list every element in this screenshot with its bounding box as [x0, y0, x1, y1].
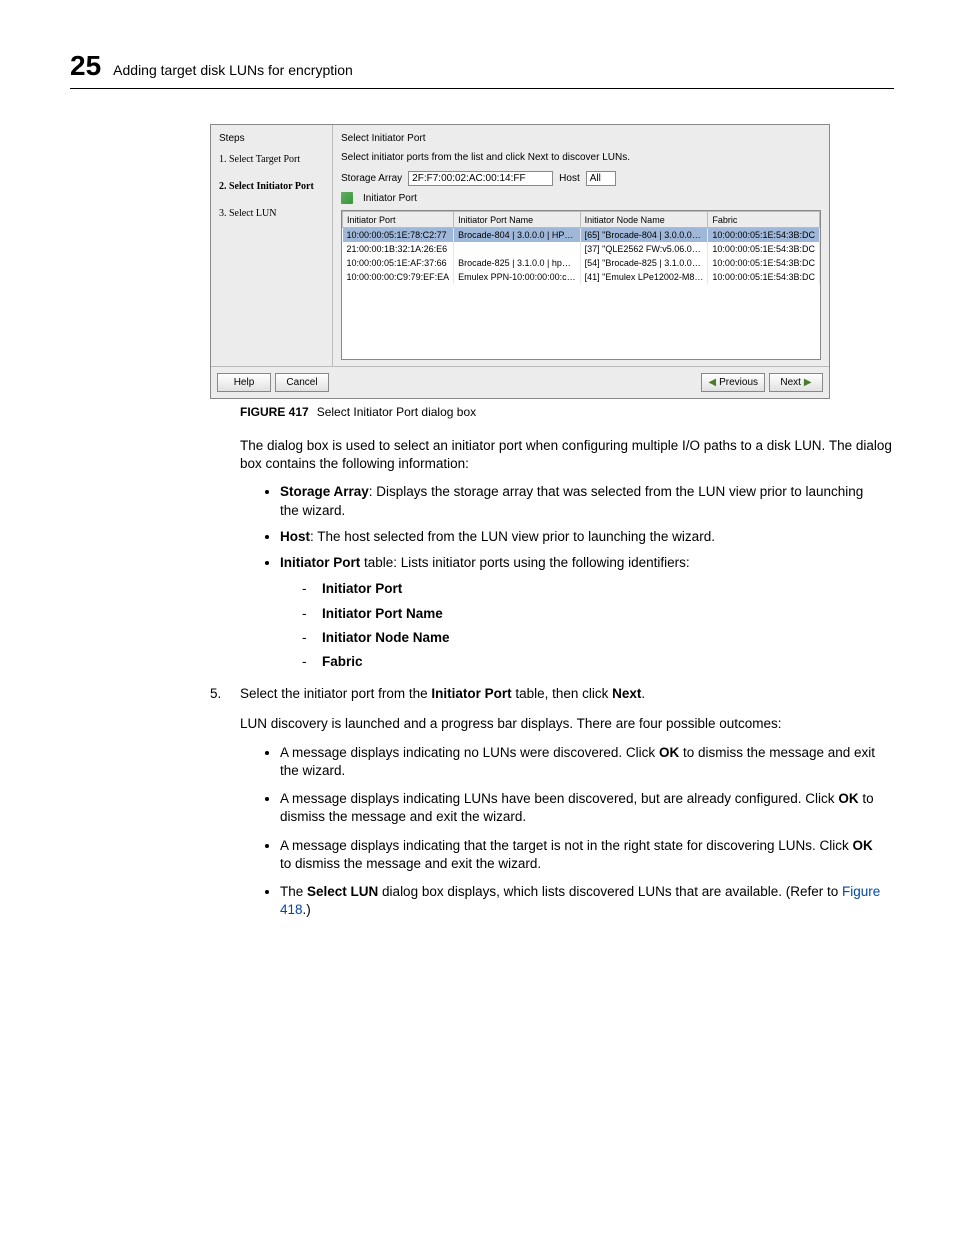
wizard-steps-panel: Steps 1. Select Target Port 2. Select In…	[211, 125, 333, 366]
step-2: 2. Select Initiator Port	[219, 181, 324, 192]
outcomes-list: A message displays indicating no LUNs we…	[280, 744, 894, 920]
dialog-main-panel: Select Initiator Port Select initiator p…	[333, 125, 829, 366]
page-title: Adding target disk LUNs for encryption	[113, 62, 353, 78]
host-field[interactable]: All	[586, 171, 616, 186]
dialog-heading: Select Initiator Port	[341, 133, 821, 144]
step-number: 5.	[210, 685, 240, 703]
list-item: A message displays indicating that the t…	[280, 837, 884, 873]
list-item: A message displays indicating LUNs have …	[280, 790, 884, 826]
initiator-port-table[interactable]: Initiator Port Initiator Port Name Initi…	[341, 210, 821, 360]
col-initiator-port[interactable]: Initiator Port	[343, 212, 454, 228]
list-item: Initiator Port Name	[302, 605, 884, 623]
col-initiator-node-name[interactable]: Initiator Node Name	[580, 212, 708, 228]
page-number: 25	[70, 50, 101, 82]
col-fabric[interactable]: Fabric	[708, 212, 820, 228]
help-button[interactable]: Help	[217, 373, 271, 392]
cancel-button[interactable]: Cancel	[275, 373, 329, 392]
list-item: Initiator Port table: Lists initiator po…	[280, 554, 884, 671]
triangle-left-icon: ◀	[708, 377, 716, 388]
col-initiator-port-name[interactable]: Initiator Port Name	[454, 212, 581, 228]
previous-button[interactable]: ◀Previous	[701, 373, 765, 392]
dialog-instruction: Select initiator ports from the list and…	[341, 152, 821, 163]
table-row[interactable]: 10:00:00:00:C9:79:EF:EA Emulex PPN-10:00…	[343, 270, 820, 284]
list-item: Host: The host selected from the LUN vie…	[280, 528, 884, 546]
port-icon	[341, 192, 353, 204]
dialog-footer: Help Cancel ◀Previous Next▶	[211, 366, 829, 398]
step-5-explain: LUN discovery is launched and a progress…	[240, 715, 894, 733]
step-1: 1. Select Target Port	[219, 154, 324, 165]
triangle-right-icon: ▶	[804, 377, 812, 388]
list-item: Initiator Port	[302, 580, 884, 598]
figure-number: FIGURE 417	[240, 405, 309, 419]
step-5: 5. Select the initiator port from the In…	[210, 685, 894, 703]
list-item: Initiator Node Name	[302, 629, 884, 647]
step-3: 3. Select LUN	[219, 208, 324, 219]
identifier-sublist: Initiator Port Initiator Port Name Initi…	[302, 580, 884, 671]
list-item: Storage Array: Displays the storage arra…	[280, 483, 884, 519]
description-list: Storage Array: Displays the storage arra…	[280, 483, 894, 671]
steps-heading: Steps	[219, 133, 324, 144]
table-row[interactable]: 10:00:00:05:1E:78:C2:77 Brocade-804 | 3.…	[343, 228, 820, 243]
host-label: Host	[559, 173, 580, 184]
list-item: The Select LUN dialog box displays, whic…	[280, 883, 884, 919]
table-row[interactable]: 10:00:00:05:1E:AF:37:66 Brocade-825 | 3.…	[343, 256, 820, 270]
figure-caption: FIGURE 417 Select Initiator Port dialog b…	[240, 405, 894, 419]
figure-title: Select Initiator Port dialog box	[317, 405, 476, 419]
storage-array-field[interactable]: 2F:F7:00:02:AC:00:14:FF	[408, 171, 553, 186]
list-item: A message displays indicating no LUNs we…	[280, 744, 884, 780]
storage-array-label: Storage Array	[341, 173, 402, 184]
intro-paragraph: The dialog box is used to select an init…	[240, 437, 894, 473]
table-row[interactable]: 21:00:00:1B:32:1A:26:E6 [37] "QLE2562 FW…	[343, 242, 820, 256]
select-initiator-port-dialog: Steps 1. Select Target Port 2. Select In…	[210, 124, 830, 399]
next-button[interactable]: Next▶	[769, 373, 823, 392]
list-item: Fabric	[302, 653, 884, 671]
initiator-port-label: Initiator Port	[363, 193, 417, 204]
page-header: 25 Adding target disk LUNs for encryptio…	[70, 50, 894, 89]
